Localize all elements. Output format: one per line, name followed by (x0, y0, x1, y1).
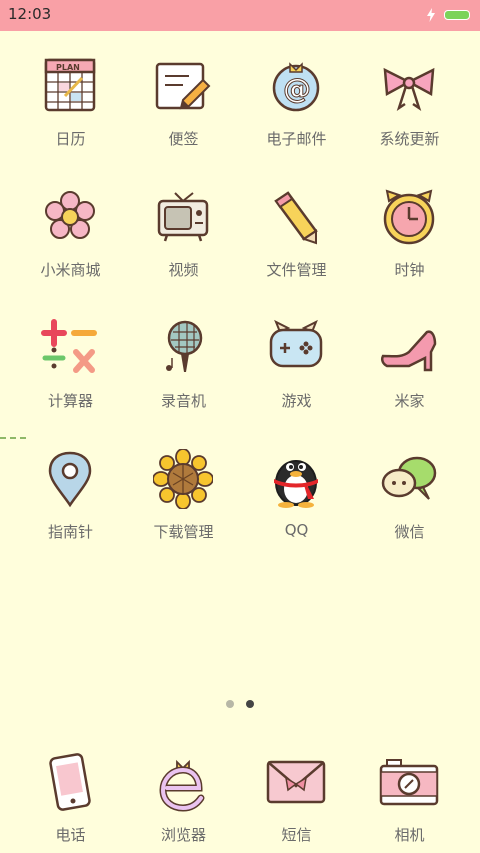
phone-icon (49, 753, 91, 811)
app-label: QQ (284, 521, 309, 539)
app-phone[interactable]: 电话 (14, 738, 127, 848)
app-system-update[interactable]: 系统更新 (353, 42, 466, 152)
app-recorder[interactable]: 录音机 (127, 304, 240, 414)
app-label: 指南针 (47, 523, 93, 541)
app-label: 计算器 (47, 392, 93, 410)
status-time: 12:03 (8, 5, 52, 23)
app-video[interactable]: 视频 (127, 173, 240, 283)
app-email[interactable]: @ 电子邮件 (240, 42, 353, 152)
gamepad-icon (269, 319, 323, 368)
browser-icon (159, 759, 205, 812)
status-bar: 12:03 (0, 0, 480, 31)
calendar-plan-label: PLAN (56, 63, 80, 72)
battery-icon (444, 10, 470, 20)
flower-icon (45, 191, 95, 239)
app-compass[interactable]: 指南针 (14, 435, 127, 545)
app-file-manager[interactable]: 文件管理 (240, 173, 353, 283)
tv-icon (157, 192, 209, 242)
app-messages[interactable]: 短信 (240, 738, 353, 848)
app-label: 录音机 (160, 392, 206, 410)
app-qq[interactable]: QQ (240, 435, 353, 545)
page-indicator[interactable] (0, 700, 480, 710)
pencil-icon (274, 191, 318, 245)
app-label: 小米商城 (40, 261, 101, 279)
status-icons (426, 6, 470, 24)
clock-icon (383, 189, 435, 245)
app-label: 电话 (55, 826, 86, 844)
page-dot[interactable] (226, 700, 234, 708)
app-label: 短信 (281, 826, 312, 844)
app-label: 电子邮件 (266, 130, 327, 148)
app-games[interactable]: 游戏 (240, 304, 353, 414)
chat-bubbles-icon (381, 456, 437, 500)
app-camera[interactable]: 相机 (353, 738, 466, 848)
bow-icon (383, 67, 435, 112)
app-browser[interactable]: 浏览器 (127, 738, 240, 848)
high-heel-icon (380, 330, 437, 372)
email-icon: @ (272, 62, 320, 112)
app-label: 相机 (394, 826, 425, 844)
app-label: 游戏 (281, 392, 312, 410)
app-label: 米家 (394, 392, 425, 410)
app-mijia[interactable]: 米家 (353, 304, 466, 414)
penguin-icon (274, 460, 318, 508)
notes-icon (155, 62, 211, 110)
app-label: 视频 (168, 261, 199, 279)
camera-icon (379, 759, 439, 806)
app-clock[interactable]: 时钟 (353, 173, 466, 283)
app-mi-store[interactable]: 小米商城 (14, 173, 127, 283)
app-calculator[interactable]: 计算器 (14, 304, 127, 414)
app-calendar[interactable]: PLAN 日历 (14, 42, 127, 152)
sunflower-icon (153, 449, 213, 509)
app-label: 便签 (168, 130, 199, 148)
app-label: 系统更新 (379, 130, 440, 148)
app-label: 文件管理 (266, 261, 327, 279)
page-dot-active[interactable] (246, 700, 254, 708)
charging-icon (427, 8, 435, 22)
app-download-manager[interactable]: 下载管理 (127, 435, 240, 545)
app-label: 时钟 (394, 261, 425, 279)
app-label: 浏览器 (160, 826, 206, 844)
dock: 电话 浏览器 短信 相机 (0, 738, 480, 853)
microphone-icon (166, 320, 203, 372)
app-wechat[interactable]: 微信 (353, 435, 466, 545)
calendar-icon: PLAN (44, 58, 96, 112)
calculator-icon (41, 319, 97, 373)
svg-text:@: @ (283, 72, 311, 105)
envelope-icon (266, 760, 326, 804)
app-notes[interactable]: 便签 (127, 42, 240, 152)
app-label: 日历 (55, 130, 86, 148)
app-label: 下载管理 (153, 523, 214, 541)
location-pin-icon (48, 451, 92, 508)
app-label: 微信 (394, 523, 425, 541)
